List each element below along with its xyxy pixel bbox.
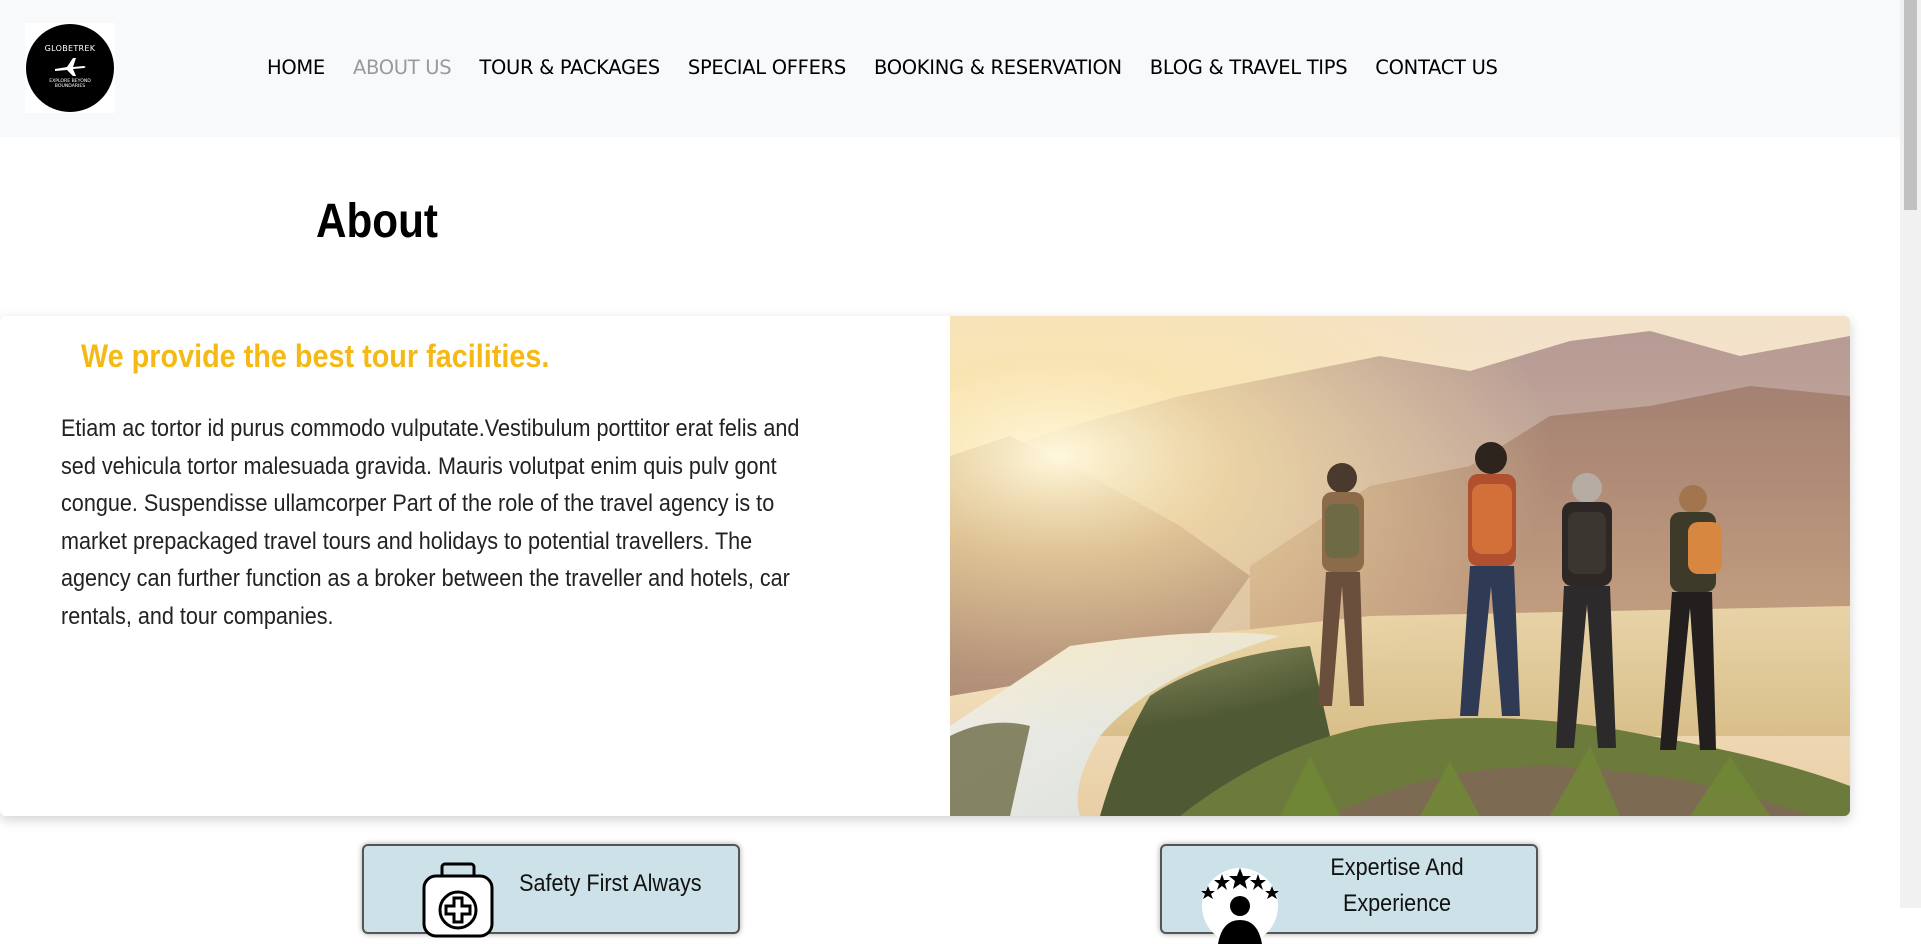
- nav-special-offers[interactable]: SPECIAL OFFERS: [688, 56, 846, 79]
- main-nav: HOME ABOUT US TOUR & PACKAGES SPECIAL OF…: [267, 56, 1526, 79]
- nav-home[interactable]: HOME: [267, 56, 325, 79]
- logo-badge: GLOBETREK EXPLORE BEYOND BOUNDARIES: [26, 24, 114, 112]
- nav-contact-us[interactable]: CONTACT US: [1375, 56, 1498, 79]
- nav-about-us[interactable]: ABOUT US: [353, 56, 452, 79]
- nav-tour-packages[interactable]: TOUR & PACKAGES: [479, 56, 660, 79]
- about-heading: We provide the best tour facilities.: [81, 338, 550, 374]
- logo-tagline: EXPLORE BEYOND BOUNDARIES: [49, 78, 91, 89]
- nav-blog-travel-tips[interactable]: BLOG & TRAVEL TIPS: [1150, 56, 1348, 79]
- about-description: Etiam ac tortor id purus commodo vulputa…: [61, 415, 800, 630]
- brand-logo[interactable]: GLOBETREK EXPLORE BEYOND BOUNDARIES: [25, 23, 115, 113]
- feature-label-safety: Safety First Always: [519, 870, 702, 897]
- page-title: About: [316, 195, 438, 248]
- logo-brand-name: GLOBETREK: [44, 43, 96, 53]
- hikers-mountain-photo: [950, 316, 1850, 816]
- nav-booking-reservation[interactable]: BOOKING & RESERVATION: [874, 56, 1122, 79]
- feature-card-safety: Safety First Always: [362, 844, 740, 938]
- first-aid-kit-icon: [422, 862, 494, 938]
- airplane-icon: [55, 57, 86, 76]
- page-scrollbar[interactable]: [1900, 0, 1921, 908]
- navbar: GLOBETREK EXPLORE BEYOND BOUNDARIES HOME…: [0, 0, 1900, 137]
- feature-card-expertise: Expertise And Experience: [1160, 844, 1538, 944]
- feature-label-expertise: Expertise And Experience: [1330, 854, 1464, 917]
- about-card: We provide the best tour facilities. Eti…: [0, 316, 1850, 816]
- scrollbar-thumb[interactable]: [1904, 0, 1917, 210]
- expert-rating-icon: [1201, 868, 1279, 944]
